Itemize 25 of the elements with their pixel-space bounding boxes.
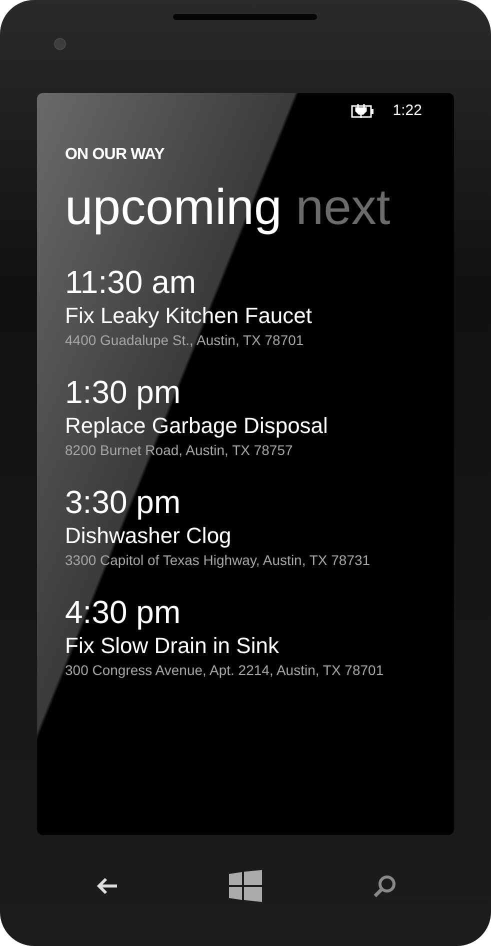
appointment-address: 4400 Guadalupe St., Austin, TX 78701: [65, 331, 305, 349]
appointment-item[interactable]: 4:30 pm Fix Slow Drain in Sink 300 Congress Avenue, Apt. 2214, Austin, TX 78701: [65, 593, 426, 679]
appointment-time: 1:30 pm: [65, 373, 182, 411]
appointment-item[interactable]: 1:30 pm Replace Garbage Disposal 8200 Burnet Road, Austin, TX 78757: [65, 373, 426, 459]
appointment-address: 3300 Capitol of Texas Highway, Austin, TX 78731: [65, 551, 372, 569]
appointment-address: 8200 Burnet Road, Austin, TX 78757: [65, 441, 294, 459]
app-title: ON OUR WAY: [65, 145, 166, 165]
pivot-header[interactable]: upcoming: [65, 175, 282, 239]
pivot-header[interactable]: next: [296, 175, 390, 239]
appointment-title: Replace Garbage Disposal: [65, 412, 329, 440]
windows-logo-icon: [228, 870, 262, 902]
appointment-title: Fix Slow Drain in Sink: [65, 632, 280, 660]
appointment-title: Fix Leaky Kitchen Faucet: [65, 302, 314, 330]
appointment-item[interactable]: 3:30 pm Dishwasher Clog 3300 Capitol of Texas Highway, Austin, TX 78731: [65, 483, 426, 569]
appointment-item[interactable]: 11:30 am Fix Leaky Kitchen Faucet 4400 Guadalupe St., Austin, TX 78701: [65, 263, 426, 349]
camera-icon: [54, 38, 66, 50]
appointment-time: 11:30 am: [65, 263, 198, 301]
appointment-address: 300 Congress Avenue, Apt. 2214, Austin, TX 78701: [65, 661, 385, 679]
battery-charging-icon: [350, 104, 375, 118]
search-icon: [372, 872, 398, 898]
back-icon: [94, 876, 118, 896]
clock-time: 1:22: [392, 100, 422, 121]
appointment-title: Dishwasher Clog: [65, 522, 232, 550]
appointment-time: 3:30 pm: [65, 483, 182, 521]
appointment-time: 4:30 pm: [65, 593, 182, 631]
